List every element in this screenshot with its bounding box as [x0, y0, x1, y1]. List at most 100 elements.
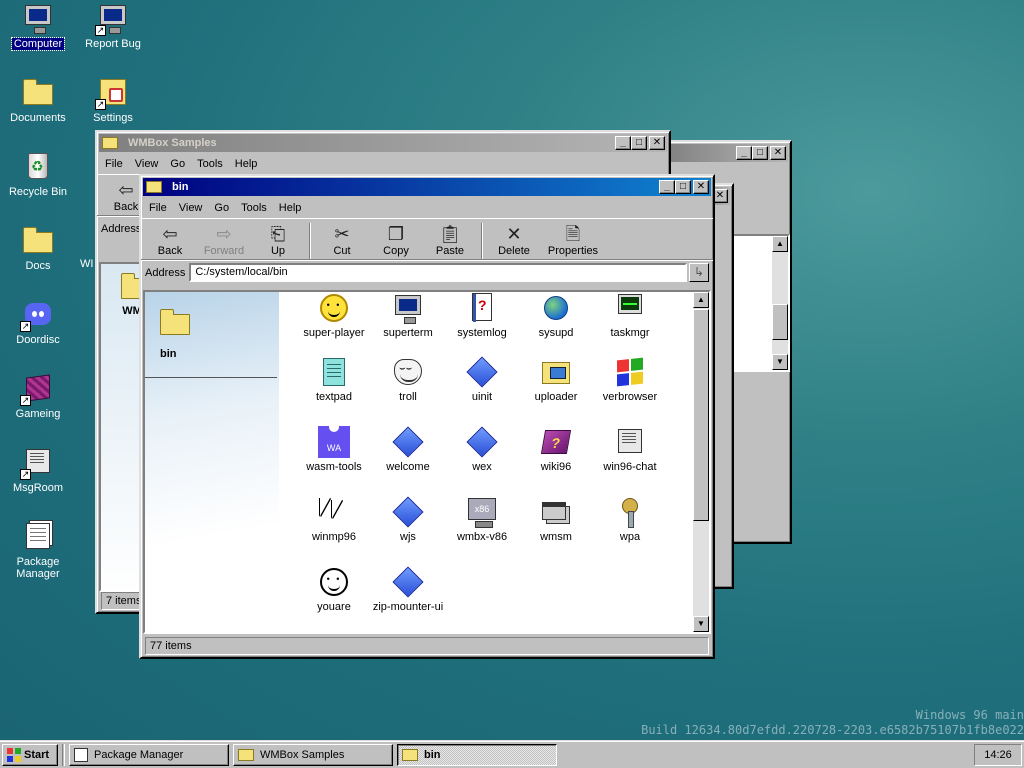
- vertical-scrollbar[interactable]: ▲ ▼: [693, 292, 709, 632]
- file-item[interactable]: wex: [443, 426, 521, 473]
- up-button[interactable]: ⎗ Up: [251, 223, 305, 257]
- file-item[interactable]: super-player: [295, 292, 373, 339]
- copy-button[interactable]: ❐ Copy: [369, 223, 423, 257]
- menu-help[interactable]: Help: [229, 158, 264, 170]
- maximize-button[interactable]: □: [631, 136, 647, 150]
- cut-button[interactable]: ✂ Cut: [315, 223, 369, 257]
- file-item[interactable]: textpad: [295, 356, 373, 403]
- maximize-button[interactable]: □: [675, 180, 691, 194]
- menu-view[interactable]: View: [129, 158, 165, 170]
- windows-flag-icon: [7, 747, 21, 762]
- go-button[interactable]: ↳: [689, 263, 709, 282]
- start-button[interactable]: Start: [2, 743, 58, 766]
- desktop-icon-settings[interactable]: ↗ Settings: [75, 76, 151, 124]
- paste-button[interactable]: 📋︎ Paste: [423, 223, 477, 257]
- minimize-button[interactable]: _: [736, 146, 752, 160]
- desktop-icon-recycle-bin[interactable]: Recycle Bin: [0, 150, 76, 198]
- minimize-button[interactable]: _: [615, 136, 631, 150]
- folder-icon: [102, 137, 118, 149]
- forward-button[interactable]: ⇨ Forward: [197, 223, 251, 257]
- copy-icon: ❐: [387, 224, 405, 244]
- folder-icon: [238, 748, 254, 761]
- file-item[interactable]: uploader: [517, 356, 595, 403]
- properties-button[interactable]: 🗎︎ Properties: [541, 223, 605, 257]
- wasm-icon: WA: [318, 425, 350, 458]
- back-arrow-icon: ⇦: [162, 224, 178, 244]
- back-button[interactable]: ⇦ Back: [143, 223, 197, 257]
- diamond-icon: [392, 426, 424, 458]
- file-item[interactable]: sysupd: [517, 292, 595, 339]
- wmbox-titlebar[interactable]: WMBox Samples _ □ ✕: [99, 134, 667, 152]
- background-window-titlebar[interactable]: _ □ ✕: [664, 144, 788, 162]
- task-bin[interactable]: bin: [397, 743, 557, 766]
- file-item[interactable]: WA wasm-tools: [295, 425, 373, 473]
- diamond-icon: [466, 426, 498, 458]
- folder-sidebar: bin: [145, 292, 279, 632]
- scroll-thumb[interactable]: [772, 304, 788, 340]
- file-item[interactable]: wmsm: [517, 496, 595, 543]
- desktop-icon-gameing[interactable]: ↗ Gameing: [0, 372, 76, 420]
- minimize-button[interactable]: _: [659, 180, 675, 194]
- desktop-icon-package-manager[interactable]: Package Manager: [0, 520, 76, 580]
- desktop-icon-documents[interactable]: Documents: [0, 76, 76, 124]
- maximize-button[interactable]: □: [752, 146, 768, 160]
- watermark-version: Windows 96 main: [915, 708, 1024, 722]
- close-button[interactable]: ✕: [649, 136, 665, 150]
- menu-tools[interactable]: Tools: [191, 158, 229, 170]
- file-item[interactable]: winmp96: [295, 496, 373, 543]
- desktop-icon-docs[interactable]: Docs: [0, 224, 76, 272]
- file-item[interactable]: win96-chat: [591, 426, 669, 473]
- background-window-content: ▲ ▼: [732, 234, 790, 372]
- menu-view[interactable]: View: [173, 202, 209, 214]
- scroll-up-button[interactable]: ▲: [772, 236, 788, 252]
- file-item[interactable]: uinit: [443, 356, 521, 403]
- package-manager-icon: [22, 520, 54, 552]
- settings-icon: ↗: [95, 76, 129, 110]
- file-item[interactable]: systemlog: [443, 292, 521, 339]
- file-item[interactable]: taskmgr: [591, 292, 669, 339]
- system-tray-clock[interactable]: 14:26: [974, 743, 1022, 766]
- delete-button[interactable]: ✕ Delete: [487, 223, 541, 257]
- menu-go[interactable]: Go: [208, 202, 235, 214]
- file-item[interactable]: youare: [295, 566, 373, 613]
- desktop-icon-doordisc[interactable]: ↗ Doordisc: [0, 298, 76, 346]
- file-item[interactable]: ? wiki96: [517, 426, 595, 473]
- task-package-manager[interactable]: Package Manager: [69, 743, 229, 766]
- file-item[interactable]: welcome: [369, 426, 447, 473]
- report-bug-icon: ↗: [95, 2, 129, 36]
- clipboard-icon: 📋︎: [438, 224, 462, 244]
- textpad-icon: [318, 356, 350, 388]
- file-item[interactable]: wpa: [591, 496, 669, 543]
- documents-folder-icon: [22, 76, 54, 108]
- menu-file[interactable]: File: [99, 158, 129, 170]
- globe-icon: [540, 292, 572, 324]
- desktop-icon-computer[interactable]: Computer: [0, 2, 76, 51]
- scroll-thumb[interactable]: [693, 309, 709, 521]
- menu-go[interactable]: Go: [164, 158, 191, 170]
- bin-window[interactable]: bin _ □ ✕ File View Go Tools Help ⇦ Back…: [139, 174, 715, 659]
- desktop-icon-msgroom[interactable]: ↗ MsgRoom: [0, 446, 76, 494]
- close-button[interactable]: ✕: [693, 180, 709, 194]
- scroll-up-button[interactable]: ▲: [693, 292, 709, 308]
- menu-help[interactable]: Help: [273, 202, 308, 214]
- vertical-scrollbar[interactable]: ▲ ▼: [772, 236, 788, 370]
- package-manager-icon: [74, 747, 88, 762]
- docs-folder-icon: [22, 224, 54, 256]
- task-wmbox-samples[interactable]: WMBox Samples: [233, 743, 393, 766]
- file-item[interactable]: superterm: [369, 292, 447, 339]
- file-item[interactable]: zip-mounter-ui: [369, 566, 447, 613]
- file-item[interactable]: troll: [369, 356, 447, 403]
- desktop-icon-report-bug[interactable]: ↗ Report Bug: [75, 2, 151, 50]
- file-item[interactable]: verbrowser: [591, 356, 669, 403]
- close-button[interactable]: ✕: [770, 146, 786, 160]
- bin-address-bar: Address C:/system/local/bin ↳: [141, 260, 713, 284]
- scroll-down-button[interactable]: ▼: [772, 354, 788, 370]
- scroll-down-button[interactable]: ▼: [693, 616, 709, 632]
- toolbar-separator: [309, 223, 311, 259]
- menu-file[interactable]: File: [143, 202, 173, 214]
- menu-tools[interactable]: Tools: [235, 202, 273, 214]
- file-item[interactable]: x86 wmbx-v86: [443, 496, 521, 543]
- address-input[interactable]: C:/system/local/bin: [189, 263, 687, 282]
- bin-titlebar[interactable]: bin _ □ ✕: [143, 178, 711, 196]
- file-item[interactable]: wjs: [369, 496, 447, 543]
